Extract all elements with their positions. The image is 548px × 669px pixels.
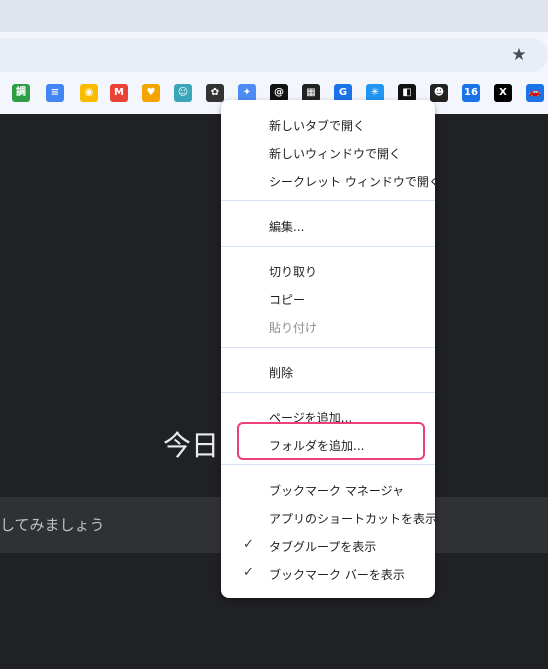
heart-app-icon[interactable]: ♥: [142, 84, 160, 102]
checkmark-icon: ✓: [243, 537, 254, 552]
menu-item-show-bookmarks-bar[interactable]: ブックマーク バーを表示: [269, 566, 405, 583]
menu-item-open-new-tab[interactable]: 新しいタブで開く: [269, 117, 365, 134]
face-app-icon[interactable]: ☻: [430, 84, 448, 102]
add-folder-highlight-box: [237, 422, 425, 460]
menu-separator: [221, 464, 435, 465]
bookmark-context-menu: 新しいタブで開く 新しいウィンドウで開く シークレット ウィンドウで開く 編集.…: [221, 100, 441, 598]
menu-separator: [221, 200, 435, 201]
calendar-icon[interactable]: 16: [462, 84, 480, 102]
menu-item-open-incognito[interactable]: シークレット ウィンドウで開く: [269, 173, 441, 190]
google-docs-icon[interactable]: ≡: [46, 84, 64, 102]
menu-item-bookmark-manager[interactable]: ブックマーク マネージャ: [269, 482, 404, 499]
chosei-icon[interactable]: 調: [12, 84, 30, 102]
menu-item-cut[interactable]: 切り取り: [269, 263, 317, 280]
menu-separator: [221, 347, 435, 348]
menu-separator: [221, 246, 435, 247]
tab-strip: [0, 0, 548, 32]
menu-item-paste[interactable]: 貼り付け: [269, 319, 317, 336]
menu-item-copy[interactable]: コピー: [269, 291, 305, 308]
menu-item-delete[interactable]: 削除: [269, 364, 293, 381]
google-keep-icon[interactable]: ◉: [80, 84, 98, 102]
avatar-icon[interactable]: ☺: [174, 84, 192, 102]
checkmark-icon: ✓: [243, 565, 254, 580]
address-bar[interactable]: [0, 38, 548, 72]
car-app-icon[interactable]: 🚗: [526, 84, 544, 102]
menu-item-edit[interactable]: 編集...: [269, 218, 304, 235]
menu-item-show-tab-groups[interactable]: タブグループを表示: [269, 538, 376, 555]
menu-separator: [221, 392, 435, 393]
x-icon[interactable]: X: [494, 84, 512, 102]
greeting-text: 今日: [163, 429, 220, 462]
menu-item-show-apps-shortcut[interactable]: アプリのショートカットを表示: [269, 510, 437, 527]
gmail-icon[interactable]: M: [110, 84, 128, 102]
search-placeholder: してみましょう: [0, 516, 105, 534]
menu-item-open-new-window[interactable]: 新しいウィンドウで開く: [269, 145, 401, 162]
chatgpt-icon[interactable]: ✿: [206, 84, 224, 102]
bookmark-star-icon[interactable]: ★: [510, 46, 528, 64]
